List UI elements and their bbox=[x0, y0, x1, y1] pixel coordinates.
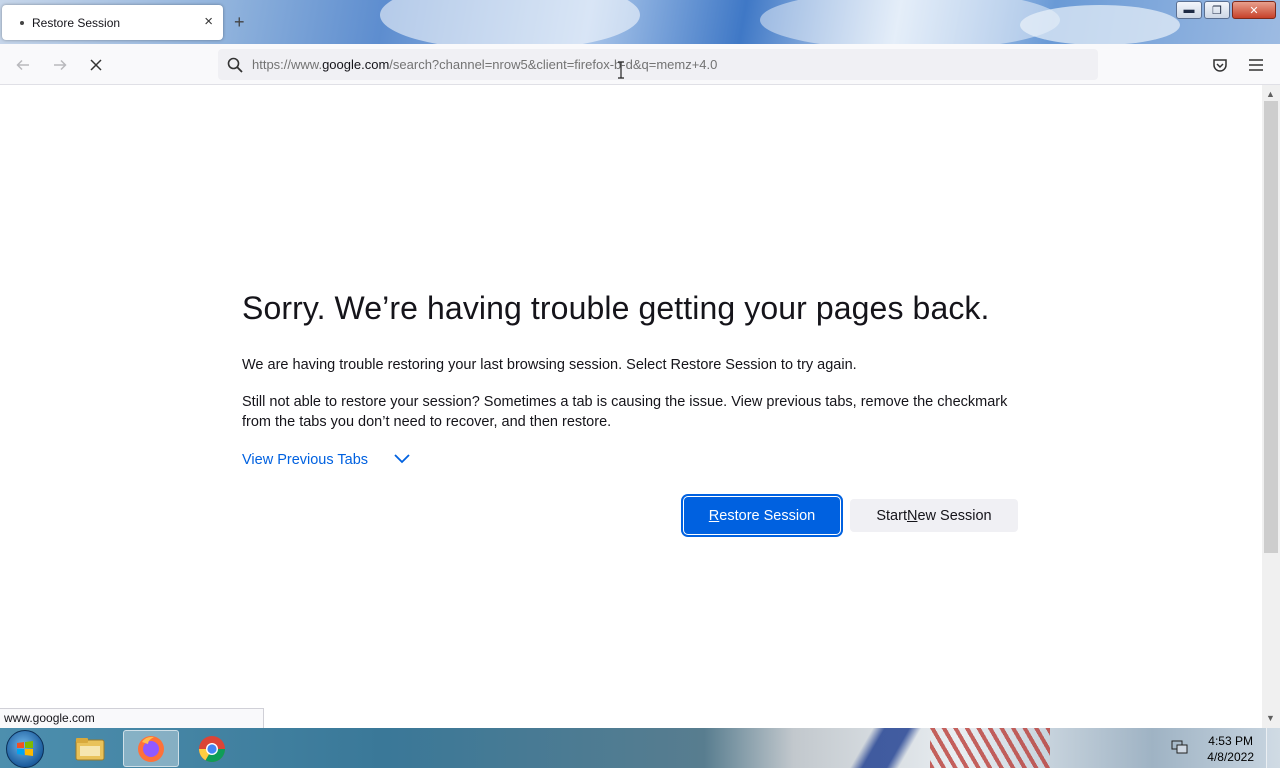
scroll-up-icon[interactable]: ▲ bbox=[1266, 89, 1275, 99]
address-bar[interactable]: https://www.google.com/search?channel=nr… bbox=[218, 49, 1098, 80]
network-icon[interactable] bbox=[1170, 738, 1188, 761]
navigation-toolbar: https://www.google.com/search?channel=nr… bbox=[0, 44, 1280, 85]
stop-loading-icon[interactable] bbox=[85, 54, 107, 76]
tab-restore-session[interactable]: Restore Session × bbox=[2, 5, 223, 40]
scrollbar-thumb[interactable] bbox=[1264, 101, 1278, 553]
url-domain: google.com bbox=[322, 57, 390, 72]
vertical-scrollbar[interactable]: ▲ ▼ bbox=[1262, 85, 1280, 728]
background-cloud bbox=[760, 0, 1060, 44]
clock-date: 4/8/2022 bbox=[1207, 750, 1254, 764]
page-title: Sorry. We’re having trouble getting your… bbox=[242, 290, 990, 326]
status-panel: www.google.com bbox=[0, 708, 264, 728]
url-path: /search?channel=nrow5&client=firefox-b-d… bbox=[389, 57, 718, 72]
text-cursor-icon bbox=[618, 61, 624, 79]
url-text: https://www.google.com/search?channel=nr… bbox=[252, 57, 717, 72]
restore-accesskey: R bbox=[708, 507, 720, 524]
taskbar-firefox[interactable] bbox=[123, 730, 179, 767]
menu-hamburger-icon[interactable] bbox=[1245, 54, 1267, 76]
view-previous-tabs-label: View Previous Tabs bbox=[242, 452, 369, 468]
tab-close-icon[interactable]: × bbox=[204, 13, 213, 31]
pocket-icon[interactable] bbox=[1209, 54, 1231, 76]
chrome-icon bbox=[198, 735, 226, 762]
page-content: Sorry. We’re having trouble getting your… bbox=[0, 85, 1262, 728]
background-cloud bbox=[380, 0, 640, 44]
start-new-session-button[interactable]: Start New Session bbox=[850, 499, 1018, 532]
error-description: We are having trouble restoring your las… bbox=[242, 357, 857, 373]
folder-icon bbox=[75, 737, 105, 760]
start-button[interactable] bbox=[6, 730, 44, 768]
search-icon bbox=[218, 57, 252, 73]
windows-taskbar: 4:53 PM 4/8/2022 bbox=[0, 728, 1280, 768]
chevron-down-icon bbox=[394, 452, 410, 468]
window-controls: ▬ ❐ ✕ bbox=[1176, 1, 1276, 19]
view-previous-tabs-toggle[interactable]: View Previous Tabs bbox=[242, 452, 410, 468]
clock-time: 4:53 PM bbox=[1208, 734, 1253, 748]
new-session-label-after: ew Session bbox=[917, 507, 992, 524]
show-desktop-button[interactable] bbox=[1266, 728, 1280, 768]
background-cloud bbox=[1020, 5, 1180, 44]
wallpaper-decoration bbox=[930, 728, 1050, 768]
new-session-label-before: Start bbox=[876, 507, 907, 524]
windows-logo-icon bbox=[17, 741, 33, 756]
scroll-down-icon[interactable]: ▼ bbox=[1266, 713, 1275, 723]
minimize-button[interactable]: ▬ bbox=[1176, 1, 1202, 19]
tab-title: Restore Session bbox=[32, 15, 121, 30]
new-session-accesskey: N bbox=[906, 507, 918, 524]
maximize-button[interactable]: ❐ bbox=[1204, 1, 1230, 19]
taskbar-chrome[interactable] bbox=[184, 730, 240, 767]
close-window-button[interactable]: ✕ bbox=[1232, 1, 1276, 19]
restore-label-rest: estore Session bbox=[719, 507, 816, 524]
system-clock[interactable]: 4:53 PM 4/8/2022 bbox=[1207, 733, 1254, 765]
forward-arrow-icon[interactable] bbox=[49, 54, 71, 76]
new-tab-icon[interactable]: + bbox=[234, 12, 245, 33]
url-prefix: https://www. bbox=[252, 57, 323, 72]
taskbar-file-explorer[interactable] bbox=[62, 730, 118, 767]
error-help-text: Still not able to restore your session? … bbox=[242, 394, 1008, 430]
tab-strip: Restore Session × + ▬ ❐ ✕ bbox=[0, 0, 1280, 44]
tab-loading-dot-icon bbox=[20, 20, 24, 25]
firefox-icon bbox=[138, 735, 164, 762]
restore-session-button[interactable]: Restore Session bbox=[684, 497, 840, 534]
back-arrow-icon[interactable] bbox=[12, 54, 34, 76]
